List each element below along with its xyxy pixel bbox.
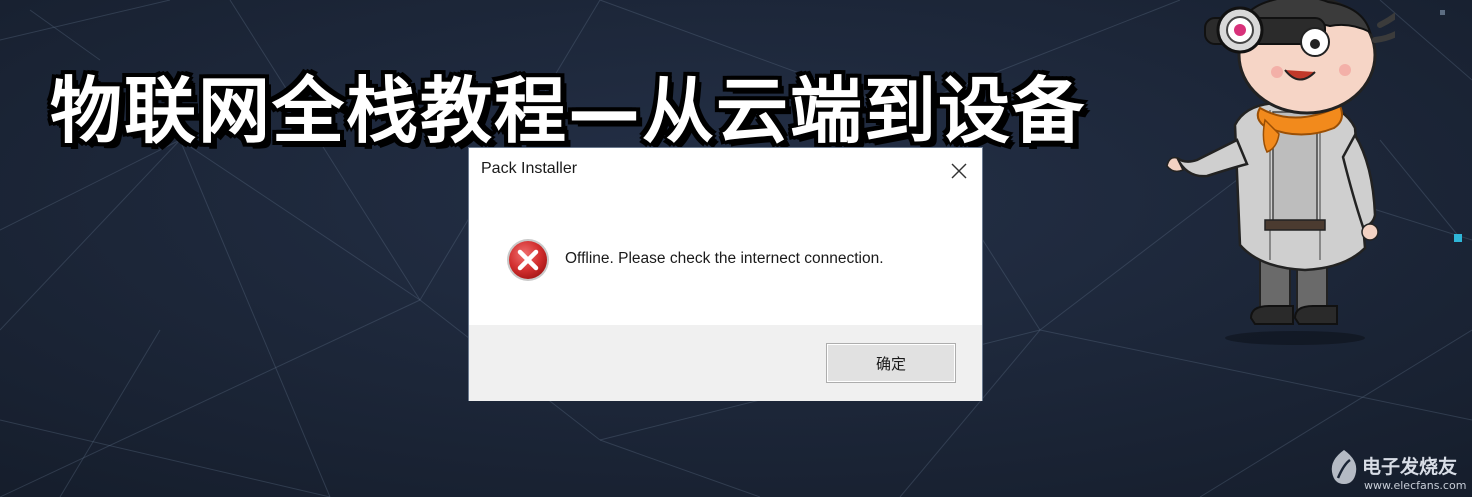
close-icon bbox=[951, 163, 967, 179]
error-icon bbox=[507, 239, 549, 281]
banner-title: 物联网全栈教程—从云端到设备 bbox=[50, 69, 1087, 153]
close-button[interactable] bbox=[944, 156, 974, 186]
watermark: 电子发烧友 www.elecfans.com bbox=[1328, 448, 1468, 494]
watermark-url: www.elecfans.com bbox=[1364, 479, 1467, 492]
watermark-name: 电子发烧友 bbox=[1362, 456, 1458, 478]
dialog-footer: 确定 bbox=[469, 325, 982, 401]
dialog-body: Offline. Please check the internect conn… bbox=[469, 192, 982, 325]
dialog-titlebar[interactable]: Pack Installer bbox=[469, 148, 982, 192]
dialog-title: Pack Installer bbox=[481, 160, 578, 177]
pack-installer-dialog: Pack Installer Offline. Please check the… bbox=[468, 147, 983, 401]
cartoon-mascot bbox=[1166, 0, 1395, 345]
ok-button[interactable]: 确定 bbox=[826, 343, 956, 383]
elecfans-logo-icon bbox=[1331, 450, 1357, 484]
dialog-message: Offline. Please check the internect conn… bbox=[565, 250, 884, 267]
